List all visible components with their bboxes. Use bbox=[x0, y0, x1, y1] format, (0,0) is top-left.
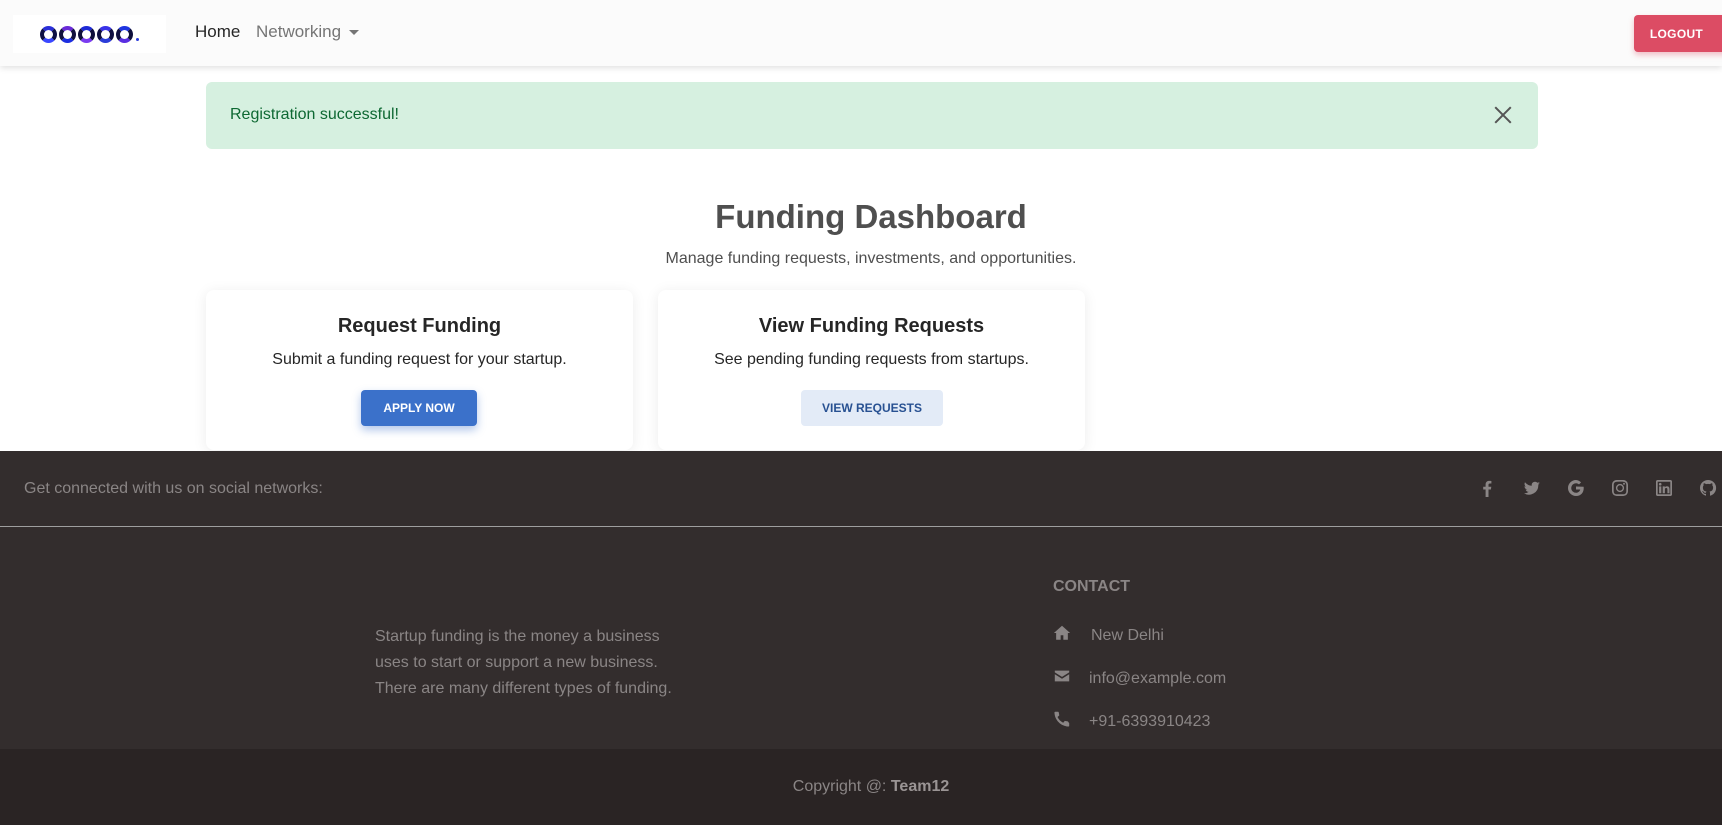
navbar: Home Networking LOGOUT bbox=[0, 0, 1722, 66]
address-text: New Delhi bbox=[1091, 626, 1164, 644]
card-title: View Funding Requests bbox=[758, 315, 985, 337]
instagram-icon[interactable] bbox=[1610, 478, 1630, 498]
phone-icon bbox=[1053, 710, 1071, 733]
google-icon[interactable] bbox=[1566, 478, 1586, 498]
logo-rings-icon bbox=[40, 25, 139, 43]
chevron-down-icon bbox=[349, 29, 360, 35]
page-subtitle: Manage funding requests, investments, an… bbox=[665, 250, 1077, 267]
contact-email: info@example.com bbox=[1053, 667, 1226, 690]
nav-networking-dropdown[interactable]: Networking bbox=[256, 22, 360, 42]
contact-heading: CONTACT bbox=[1053, 578, 1131, 595]
twitter-icon[interactable] bbox=[1522, 478, 1542, 498]
view-requests-card: View Funding Requests See pending fundin… bbox=[658, 290, 1085, 450]
success-alert: Registration successful! bbox=[206, 82, 1538, 149]
copyright-bar: Copyright @: Team12 bbox=[0, 749, 1722, 825]
contact-address: New Delhi bbox=[1053, 624, 1164, 647]
linkedin-icon[interactable] bbox=[1654, 478, 1674, 498]
alert-message: Registration successful! bbox=[230, 106, 399, 123]
facebook-icon[interactable] bbox=[1478, 478, 1498, 498]
nav-home-link[interactable]: Home bbox=[195, 22, 240, 42]
brand-logo[interactable] bbox=[13, 15, 166, 53]
envelope-icon bbox=[1053, 667, 1071, 690]
copyright-prefix: Copyright @: bbox=[792, 778, 891, 795]
phone-text: +91-6393910423 bbox=[1089, 712, 1211, 730]
footer: Get connected with us on social networks… bbox=[0, 451, 1722, 825]
copyright-team[interactable]: Team12 bbox=[891, 778, 949, 795]
social-icons bbox=[1478, 478, 1718, 498]
email-text: info@example.com bbox=[1089, 669, 1227, 687]
card-title: Request Funding bbox=[337, 315, 502, 337]
close-icon[interactable] bbox=[1490, 102, 1516, 128]
nav-networking-label: Networking bbox=[256, 22, 342, 41]
request-funding-card: Request Funding Submit a funding request… bbox=[206, 290, 633, 450]
logout-button[interactable]: LOGOUT bbox=[1634, 15, 1722, 52]
copyright-text: Copyright @: Team12 bbox=[0, 778, 1722, 796]
apply-now-button[interactable]: APPLY NOW bbox=[361, 390, 477, 426]
view-requests-button[interactable]: VIEW REQUESTS bbox=[801, 390, 943, 426]
footer-about-text: Startup funding is the money a business … bbox=[375, 628, 672, 697]
card-text: See pending funding requests from startu… bbox=[714, 351, 1029, 368]
github-icon[interactable] bbox=[1698, 478, 1718, 498]
home-icon bbox=[1053, 624, 1071, 647]
card-text: Submit a funding request for your startu… bbox=[272, 351, 567, 368]
social-section: Get connected with us on social networks… bbox=[0, 451, 1722, 527]
page-title: Funding Dashboard bbox=[715, 198, 1027, 235]
social-text: Get connected with us on social networks… bbox=[24, 480, 323, 497]
contact-phone: +91-6393910423 bbox=[1053, 710, 1210, 733]
